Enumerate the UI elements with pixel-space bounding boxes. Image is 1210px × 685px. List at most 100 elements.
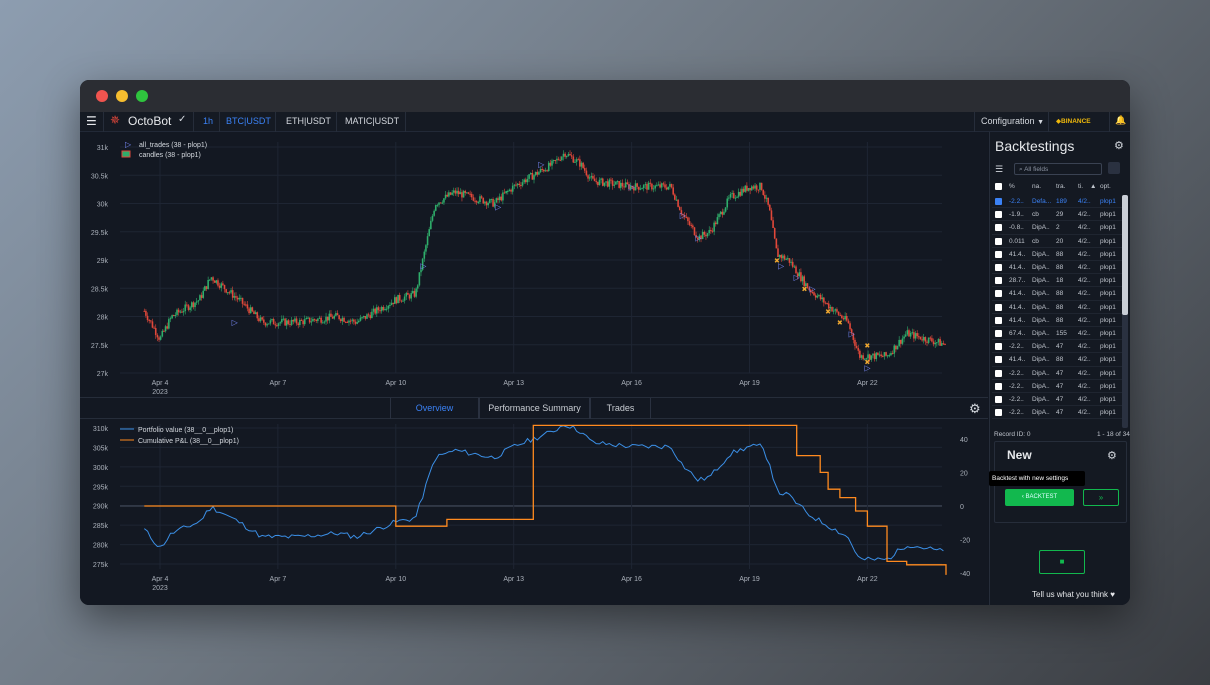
table-row[interactable]: 67.4.. DipA.. 155 4/2.. plop1 <box>992 327 1122 341</box>
table-row[interactable]: 41.4.. DipA.. 88 4/2.. plop1 <box>992 314 1122 327</box>
candle <box>790 261 792 263</box>
exchange-badge[interactable]: ◆BINANCE <box>1056 117 1091 125</box>
pair-tab-matic[interactable]: MATIC|USDT <box>345 116 399 126</box>
row-checkbox[interactable] <box>995 237 1002 245</box>
row-checkbox[interactable] <box>995 211 1002 219</box>
table-row[interactable]: -2.2.. DipA.. 47 4/2.. plop1 <box>992 406 1122 420</box>
menu-icon[interactable]: ☰ <box>86 114 97 128</box>
candle <box>572 156 575 163</box>
select-all-checkbox[interactable] <box>995 183 1002 190</box>
row-checkbox[interactable] <box>995 356 1002 364</box>
row-checkbox[interactable] <box>995 290 1002 298</box>
gear-icon[interactable]: ⚙ <box>969 401 981 417</box>
pair-tab-btc[interactable]: BTC|USDT <box>226 116 271 126</box>
row-checkbox[interactable] <box>995 396 1002 403</box>
row-checkbox[interactable] <box>995 198 1002 205</box>
table-row[interactable]: -2.2.. DipA.. 47 4/2.. plop1 <box>992 367 1122 380</box>
minimize-window-button[interactable] <box>116 90 128 102</box>
candle <box>886 355 889 357</box>
row-checkbox[interactable] <box>995 264 1002 271</box>
save-button[interactable]: ■ <box>1039 550 1085 574</box>
maximize-window-button[interactable] <box>136 90 148 102</box>
backtest-label: BACKTEST <box>1025 494 1058 500</box>
tab-overview[interactable]: Overview <box>390 398 479 419</box>
row-checkbox[interactable] <box>995 409 1002 417</box>
feedback-link[interactable]: Tell us what you think ♥ <box>1032 590 1115 599</box>
table-scrollbar[interactable] <box>1122 195 1128 428</box>
col-name[interactable]: na. <box>1032 183 1041 190</box>
tab-performance-summary[interactable]: Performance Summary <box>479 398 590 419</box>
gear-icon[interactable]: ⚙ <box>1114 139 1124 152</box>
row-checkbox[interactable] <box>995 330 1002 337</box>
row-checkbox[interactable] <box>995 277 1002 285</box>
table-row[interactable]: 41.4.. DipA.. 88 4/2.. plop1 <box>992 353 1122 367</box>
filter-clear-icon[interactable] <box>1108 162 1120 174</box>
pair-tab-eth[interactable]: ETH|USDT <box>286 116 331 126</box>
table-row[interactable]: -1.9.. cb 29 4/2.. plop1 <box>992 208 1122 222</box>
row-checkbox[interactable] <box>995 224 1002 232</box>
table-row[interactable]: 41.4.. DipA.. 88 4/2.. plop1 <box>992 248 1122 261</box>
app-name[interactable]: OctoBot <box>128 114 171 128</box>
candle <box>325 316 327 322</box>
row-cell: 41.4.. <box>1009 290 1026 298</box>
col-time[interactable]: ti. <box>1078 183 1083 190</box>
candle <box>562 153 565 157</box>
candle <box>600 178 602 180</box>
timeframe-selector[interactable]: 1h <box>203 116 213 126</box>
row-cell: plop1 <box>1100 290 1116 298</box>
chevron-down-icon[interactable]: ✓ <box>178 114 186 125</box>
candle <box>659 184 661 188</box>
close-window-button[interactable] <box>96 90 108 102</box>
candle <box>300 319 303 321</box>
portfolio-chart[interactable]: 310k 305k 300k 295k 290k 285k 280k 275k 40 20 0 -20… <box>80 419 988 605</box>
caret-down-icon: ▼ <box>1037 119 1044 126</box>
sort-icon[interactable]: ▲ <box>1090 183 1096 190</box>
candle <box>230 290 232 293</box>
candle <box>551 160 553 166</box>
y-tick-label: 290k <box>93 504 109 511</box>
table-row[interactable]: 0.011 cb 20 4/2.. plop1 <box>992 235 1122 248</box>
row-checkbox[interactable] <box>995 369 1002 377</box>
filter-input[interactable]: ⌕ All fields <box>1014 163 1102 175</box>
tab-trades[interactable]: Trades <box>590 398 651 419</box>
row-cell: -2.2.. <box>1009 198 1024 205</box>
candle <box>500 196 503 201</box>
candle <box>310 321 313 323</box>
table-row[interactable]: -0.8.. DipA.. 2 4/2.. plop1 <box>992 221 1122 235</box>
table-row[interactable]: 41.4.. DipA.. 88 4/2.. plop1 <box>992 301 1122 314</box>
table-row[interactable]: -2.2.. DipA.. 47 4/2.. plop1 <box>992 380 1122 393</box>
backtest-button[interactable]: ‹ BACKTEST <box>1005 489 1074 506</box>
configuration-menu[interactable]: Configuration ▼ <box>981 116 1044 126</box>
legend-candles: candles (38 - plop1) <box>139 152 201 159</box>
table-row[interactable]: 28.7.. DipA.. 18 4/2.. plop1 <box>992 274 1122 288</box>
candle <box>880 354 882 357</box>
gear-icon[interactable]: ⚙ <box>1107 449 1117 462</box>
candle <box>644 184 647 186</box>
col-options[interactable]: opt. <box>1100 183 1111 190</box>
row-cell: 189 <box>1056 198 1067 205</box>
bell-icon[interactable]: 🔔 <box>1115 115 1126 126</box>
next-button[interactable]: » <box>1083 489 1119 506</box>
row-checkbox[interactable] <box>995 382 1002 390</box>
candle <box>713 222 715 232</box>
price-chart[interactable]: 31k 30.5k 30k 29.5k 29k 28.5k 28k 27.5k 27k Apr … <box>80 132 988 397</box>
candle <box>482 197 485 204</box>
row-checkbox[interactable] <box>995 250 1002 258</box>
candle <box>801 276 804 282</box>
table-row[interactable]: -2.2.. DipA.. 47 4/2.. plop1 <box>992 393 1122 407</box>
row-checkbox[interactable] <box>995 303 1002 311</box>
table-row[interactable]: -2.2.. DipA.. 47 4/2.. plop1 <box>992 340 1122 354</box>
candle <box>236 297 239 300</box>
row-checkbox[interactable] <box>995 343 1002 351</box>
candle <box>660 183 663 188</box>
candle <box>672 187 674 195</box>
col-trades[interactable]: tra. <box>1056 183 1065 190</box>
col-percent[interactable]: % <box>1009 183 1015 190</box>
candle <box>405 292 408 297</box>
table-row[interactable]: 41.4.. DipA.. 88 4/2.. plop1 <box>992 287 1122 301</box>
table-row[interactable]: -2.2.. Defa... 189 4/2.. plop1 <box>992 195 1122 209</box>
columns-icon[interactable]: ☰ <box>995 164 1003 175</box>
table-row[interactable]: 41.4.. DipA.. 88 4/2.. plop1 <box>992 261 1122 275</box>
row-checkbox[interactable] <box>995 316 1002 324</box>
x-tick-label: Apr 16 <box>621 576 642 583</box>
